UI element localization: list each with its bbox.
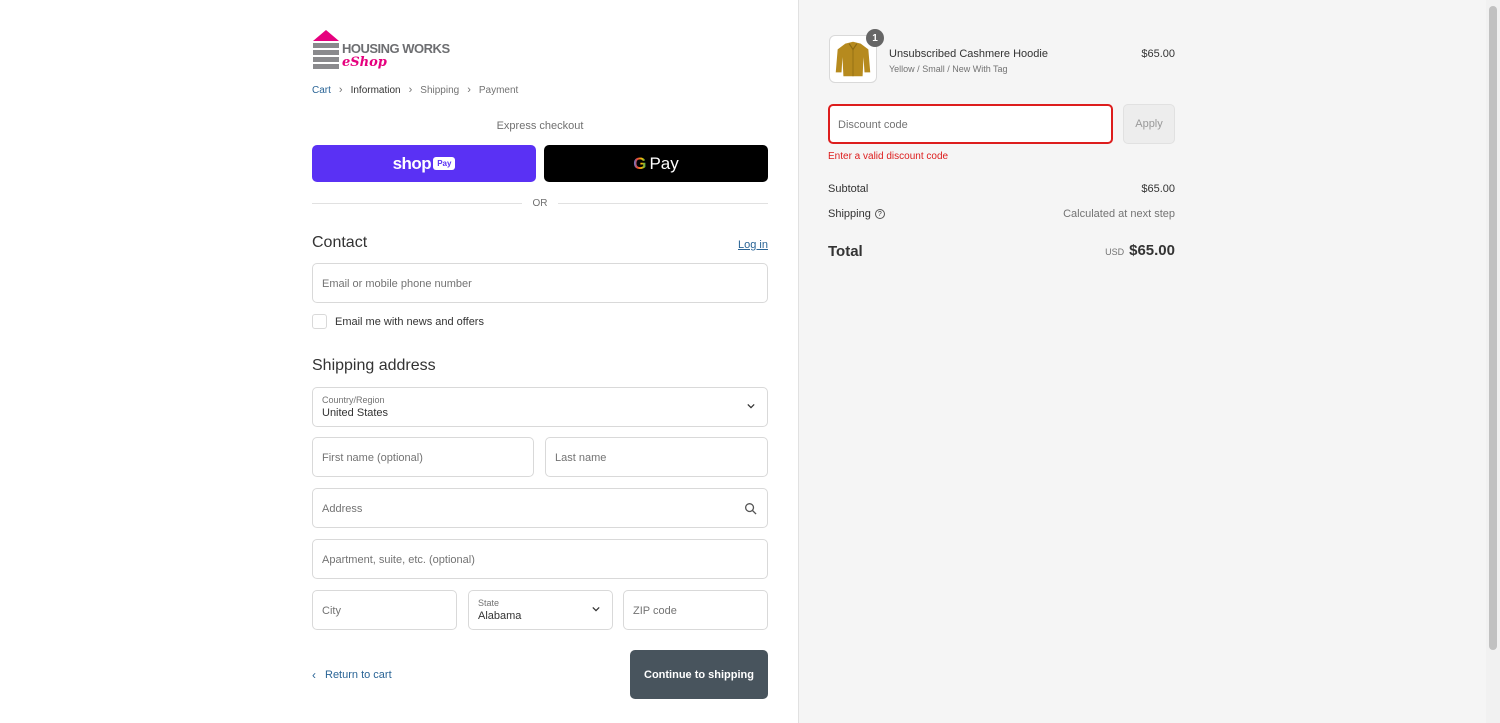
first-name-field[interactable]: First name (optional) bbox=[312, 437, 534, 477]
google-pay-button[interactable]: G Pay bbox=[544, 145, 768, 182]
scrollbar-thumb[interactable] bbox=[1489, 6, 1497, 650]
chevron-left-icon: ‹ bbox=[312, 668, 316, 682]
total-currency: USD bbox=[1105, 247, 1125, 257]
address-field[interactable]: Address bbox=[312, 488, 768, 528]
zip-placeholder: ZIP code bbox=[633, 605, 677, 617]
login-link[interactable]: Log in bbox=[738, 239, 768, 251]
search-icon bbox=[745, 503, 757, 515]
state-label: State bbox=[478, 598, 500, 608]
breadcrumb: Cart › Information › Shipping › Payment bbox=[312, 84, 518, 96]
quantity-badge: 1 bbox=[866, 29, 884, 47]
first-name-placeholder: First name (optional) bbox=[322, 452, 423, 464]
last-name-field[interactable]: Last name bbox=[545, 437, 768, 477]
return-label: Return to cart bbox=[325, 669, 392, 681]
or-divider: OR bbox=[312, 197, 768, 211]
house-logo-icon bbox=[313, 30, 339, 69]
shipping-address-heading: Shipping address bbox=[312, 357, 436, 374]
discount-placeholder: Discount code bbox=[838, 119, 908, 131]
apply-discount-button[interactable]: Apply bbox=[1123, 104, 1175, 144]
state-value: Alabama bbox=[478, 610, 522, 622]
or-label: OR bbox=[532, 198, 548, 209]
last-name-placeholder: Last name bbox=[555, 452, 607, 464]
product-name: Unsubscribed Cashmere Hoodie bbox=[889, 48, 1048, 60]
discount-code-input[interactable]: Discount code bbox=[828, 104, 1113, 144]
logo-line2: eShop bbox=[342, 55, 387, 70]
breadcrumb-payment: Payment bbox=[478, 84, 519, 96]
chevron-right-icon: › bbox=[467, 84, 471, 96]
total-value: $65.00 bbox=[1129, 242, 1175, 259]
shipping-value: Calculated at next step bbox=[1063, 208, 1175, 220]
chevron-down-icon bbox=[592, 606, 600, 612]
chevron-right-icon: › bbox=[338, 84, 343, 96]
country-value: United States bbox=[322, 407, 389, 419]
product-variant: Yellow / Small / New With Tag bbox=[889, 64, 1008, 74]
help-icon[interactable]: ? bbox=[874, 209, 885, 220]
total-amount: USD $65.00 bbox=[1105, 242, 1175, 259]
newsletter-checkbox[interactable] bbox=[312, 314, 327, 329]
breadcrumb-shipping: Shipping bbox=[420, 84, 460, 96]
return-to-cart-link[interactable]: ‹ Return to cart bbox=[312, 668, 392, 682]
email-field[interactable]: Email or mobile phone number bbox=[312, 263, 768, 303]
country-select[interactable]: Country/Region United States bbox=[312, 387, 768, 427]
logo-line1: HOUSING WORKS bbox=[342, 41, 450, 56]
shop-pay-button[interactable]: shop Pay bbox=[312, 145, 536, 182]
apartment-placeholder: Apartment, suite, etc. (optional) bbox=[322, 554, 475, 566]
shipping-label: Shipping bbox=[828, 208, 871, 220]
subtotal-value: $65.00 bbox=[1141, 183, 1175, 195]
checkout-main: HOUSING WORKS eShop Cart › Information ›… bbox=[0, 0, 798, 723]
housing-works-logo[interactable]: HOUSING WORKS eShop bbox=[312, 30, 462, 72]
discount-error-message: Enter a valid discount code bbox=[828, 151, 949, 162]
state-select[interactable]: State Alabama bbox=[468, 590, 613, 630]
google-g-icon: G bbox=[633, 153, 647, 173]
express-checkout-title: Express checkout bbox=[496, 120, 584, 132]
address-placeholder: Address bbox=[322, 503, 363, 515]
city-field[interactable]: City bbox=[312, 590, 457, 630]
apartment-field[interactable]: Apartment, suite, etc. (optional) bbox=[312, 539, 768, 579]
breadcrumb-information: Information bbox=[350, 84, 401, 96]
subtotal-label: Subtotal bbox=[828, 183, 869, 195]
breadcrumb-cart[interactable]: Cart bbox=[312, 85, 331, 96]
total-label: Total bbox=[828, 243, 863, 260]
chevron-right-icon: › bbox=[408, 84, 413, 96]
chevron-down-icon bbox=[747, 403, 755, 409]
product-price: $65.00 bbox=[1141, 48, 1175, 60]
shipping-row: Shipping? bbox=[828, 208, 885, 220]
newsletter-row[interactable]: Email me with news and offers bbox=[312, 314, 484, 329]
country-label: Country/Region bbox=[322, 395, 385, 405]
newsletter-label: Email me with news and offers bbox=[335, 315, 484, 328]
shop-pay-badge: Pay bbox=[433, 157, 456, 170]
zip-field[interactable]: ZIP code bbox=[623, 590, 768, 630]
contact-heading: Contact bbox=[312, 234, 368, 251]
city-placeholder: City bbox=[322, 605, 341, 617]
continue-to-shipping-button[interactable]: Continue to shipping bbox=[630, 650, 768, 699]
shop-pay-label: shop bbox=[392, 153, 432, 173]
email-placeholder: Email or mobile phone number bbox=[322, 278, 472, 290]
page-scrollbar[interactable] bbox=[1486, 0, 1500, 723]
google-pay-label: Pay bbox=[649, 153, 679, 173]
